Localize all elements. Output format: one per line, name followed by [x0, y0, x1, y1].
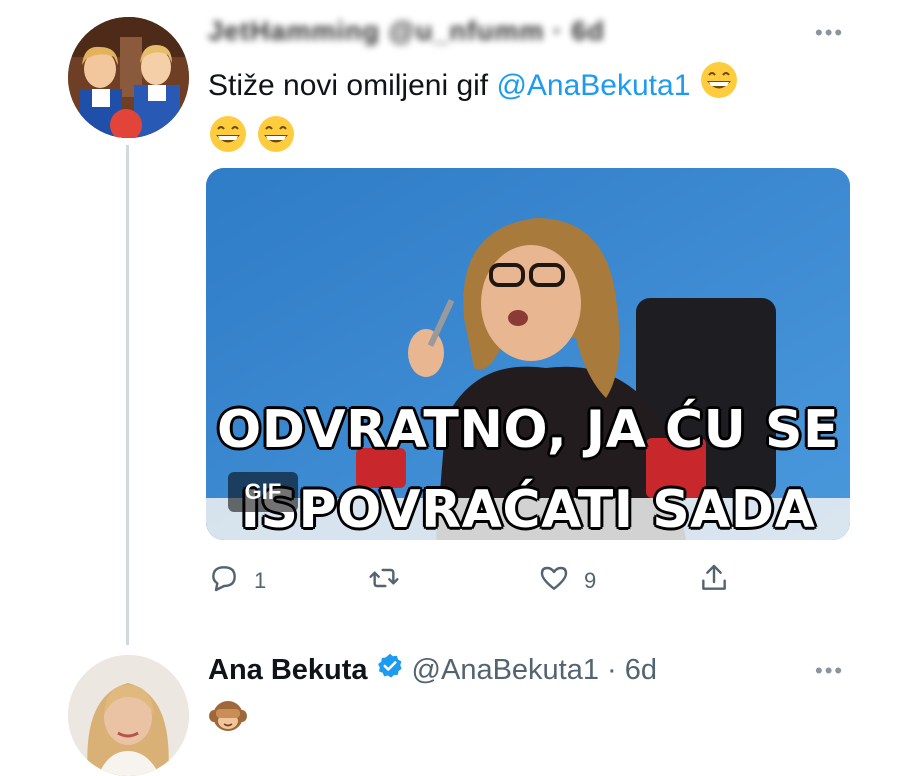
- avatar[interactable]: [68, 17, 189, 138]
- like-button[interactable]: 9: [538, 562, 596, 600]
- tweet-text-body: Stiže novi omiljeni gif: [208, 68, 497, 102]
- author-handle-time[interactable]: @AnaBekuta1 · 6d: [412, 654, 657, 687]
- thread-line: [126, 145, 129, 645]
- heart-icon: [538, 562, 570, 600]
- gif-caption-line2: ISPOVRAĆATI SADA: [240, 480, 816, 540]
- grinning-face-icon: [256, 114, 296, 168]
- reply-button[interactable]: 1: [208, 562, 266, 600]
- see-no-evil-monkey-icon: [208, 696, 248, 741]
- gif-caption-line1: ODVRATNO, JA ĆU SE: [217, 400, 839, 460]
- gif-badge: GIF: [228, 472, 298, 512]
- retweet-icon: [368, 562, 400, 600]
- author-name-blurred[interactable]: JetHamming @u_nfumm · 6d: [208, 16, 605, 47]
- verified-badge-icon: [376, 652, 404, 688]
- grinning-face-icon: [208, 114, 248, 168]
- share-button[interactable]: [698, 562, 730, 600]
- like-count: 9: [584, 568, 597, 593]
- reply-icon: [208, 562, 240, 600]
- retweet-button[interactable]: [368, 562, 414, 600]
- avatar[interactable]: [68, 655, 189, 776]
- grinning-face-icon: [699, 60, 739, 114]
- tweet-actions: 1 9: [208, 562, 768, 598]
- gif-media[interactable]: ODVRATNO, JA ĆU SE ISPOVRAĆATI SADA GIF: [206, 168, 850, 540]
- more-options-icon[interactable]: •••: [815, 20, 844, 46]
- reply-author-row: Ana Bekuta @AnaBekuta1 · 6d: [208, 652, 657, 688]
- more-options-icon[interactable]: •••: [815, 658, 844, 684]
- tweet-text: Stiže novi omiljeni gif @AnaBekuta1: [208, 60, 828, 168]
- share-icon: [698, 562, 730, 600]
- reply-count: 1: [254, 568, 267, 593]
- mention-link[interactable]: @AnaBekuta1: [496, 69, 690, 102]
- author-name[interactable]: Ana Bekuta: [208, 654, 368, 687]
